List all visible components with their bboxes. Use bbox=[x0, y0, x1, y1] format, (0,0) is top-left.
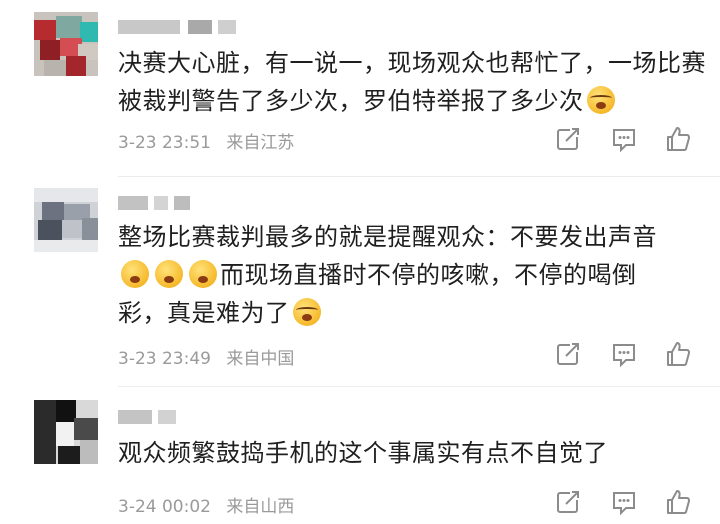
comment-actions bbox=[554, 340, 694, 370]
comment-icon[interactable] bbox=[610, 488, 638, 516]
avatar[interactable] bbox=[34, 400, 98, 464]
comment-date: 3-23 23:49 bbox=[118, 349, 211, 369]
shocked-emoji bbox=[155, 260, 183, 288]
avatar[interactable] bbox=[34, 12, 98, 76]
comment-date: 3-24 00:02 bbox=[118, 497, 211, 517]
avatar[interactable] bbox=[34, 188, 98, 252]
comment-actions bbox=[554, 125, 694, 155]
like-icon[interactable] bbox=[664, 125, 692, 153]
sweat-emoji bbox=[292, 298, 321, 326]
comment-meta: 3-23 23:51 来自江苏 bbox=[118, 128, 304, 153]
comment-meta: 3-23 23:49 来自中国 bbox=[118, 344, 304, 369]
comment-item-1: 决赛大心脏，有一说一，现场观众也帮忙了，一场比赛被裁判警告了多少次，罗伯特举报了… bbox=[0, 0, 720, 175]
shocked-emoji bbox=[189, 260, 217, 288]
comment-icon[interactable] bbox=[610, 125, 638, 153]
laugh-cry-emoji bbox=[586, 86, 615, 114]
like-icon[interactable] bbox=[664, 340, 692, 368]
username-redacted[interactable] bbox=[118, 20, 278, 40]
comment-actions bbox=[554, 488, 694, 518]
comment-meta: 3-24 00:02 来自山西 bbox=[118, 492, 304, 517]
comment-date: 3-23 23:51 bbox=[118, 133, 211, 153]
share-icon[interactable] bbox=[554, 488, 582, 516]
comment-location: 来自山西 bbox=[226, 497, 295, 517]
comment-text: 整场比赛裁判最多的就是提醒观众：不要发出声音 而现场直播时不停的咳嗽，不停的喝倒… bbox=[118, 223, 657, 327]
comment-location: 来自江苏 bbox=[226, 133, 295, 153]
like-icon[interactable] bbox=[664, 488, 692, 516]
share-icon[interactable] bbox=[554, 340, 582, 368]
comment-item-3: 观众频繁鼓捣手机的这个事属实有点不自觉了 3-24 00:02 来自山西 bbox=[0, 386, 720, 524]
shocked-emoji bbox=[121, 260, 149, 288]
comment-item-2: 整场比赛裁判最多的就是提醒观众：不要发出声音 而现场直播时不停的咳嗽，不停的喝倒… bbox=[0, 176, 720, 386]
comment-text: 观众频繁鼓捣手机的这个事属实有点不自觉了 bbox=[118, 439, 608, 467]
comment-icon[interactable] bbox=[610, 340, 638, 368]
username-redacted[interactable] bbox=[118, 196, 278, 216]
comment-location: 来自中国 bbox=[226, 349, 295, 369]
share-icon[interactable] bbox=[554, 125, 582, 153]
comment-text: 决赛大心脏，有一说一，现场观众也帮忙了，一场比赛被裁判警告了多少次，罗伯特举报了… bbox=[118, 49, 706, 115]
username-redacted[interactable] bbox=[118, 410, 278, 430]
